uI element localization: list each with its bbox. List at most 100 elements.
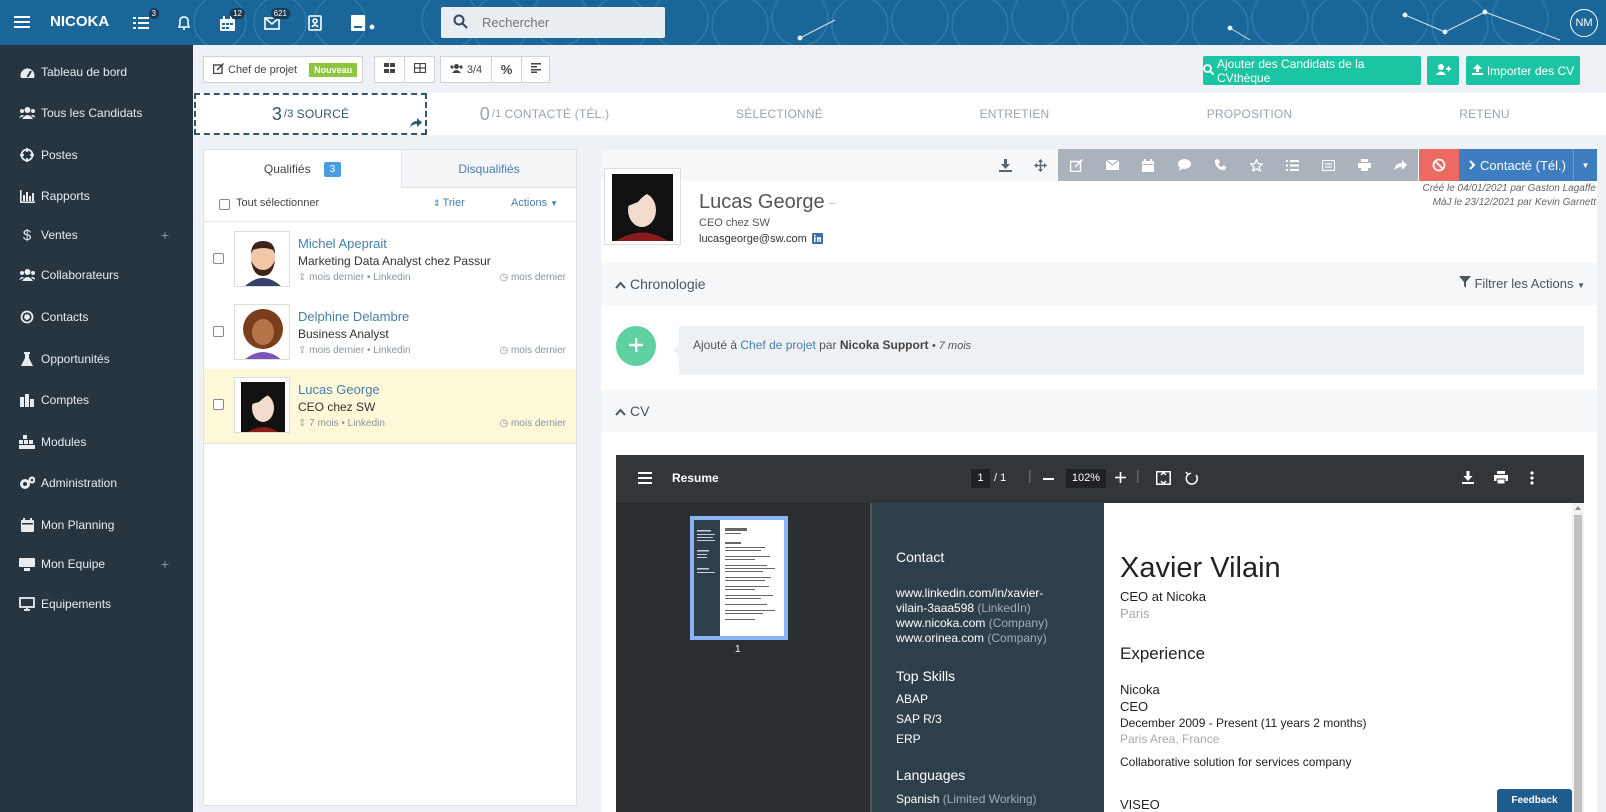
table-view-button[interactable] (404, 56, 435, 83)
user-avatar[interactable]: NM (1570, 9, 1598, 37)
sidebar-item-opportunites[interactable]: Opportunités (0, 344, 193, 374)
sort-icon: ⇕ (433, 198, 441, 208)
sidebar-item-modules[interactable]: Modules (0, 427, 193, 457)
download-icon[interactable] (987, 149, 1023, 181)
sidebar-item-administration[interactable]: Administration (0, 468, 193, 498)
print-icon[interactable] (1494, 471, 1508, 487)
stage-entretien[interactable]: ENTRETIEN (898, 93, 1131, 135)
feedback-button[interactable]: Feedback (1497, 789, 1572, 812)
caret-down-icon[interactable]: ▼ (1573, 149, 1597, 181)
phone-icon[interactable] (1202, 149, 1238, 181)
move-icon[interactable] (1022, 149, 1058, 181)
search-input[interactable] (482, 7, 657, 38)
event-job-link[interactable]: Chef de projet (740, 338, 815, 352)
candidate-email[interactable]: lucasgeorge@sw.com (699, 233, 807, 245)
candidate-checkbox[interactable] (213, 399, 224, 410)
form-icon[interactable] (1310, 149, 1346, 181)
scroll-up-icon[interactable] (1575, 506, 1581, 510)
tasks-icon[interactable]: 3 (132, 8, 159, 32)
zoom-out-icon[interactable] (1043, 478, 1054, 480)
sidebar-item-mon-equipe[interactable]: Mon Equipe + (0, 549, 193, 579)
resume-skill: ABAP (896, 692, 929, 706)
add-action-button[interactable] (616, 326, 656, 366)
stage-contacte[interactable]: 0 /1 CONTACTÉ (TÉL.) (428, 93, 661, 135)
candidate-name[interactable]: Lucas George (298, 382, 380, 397)
sidebar-item-comptes[interactable]: Comptes (0, 385, 193, 415)
chronology-header[interactable]: Chronologie Filtrer les Actions ▼ (601, 263, 1597, 305)
linkedin-icon[interactable] (812, 233, 823, 247)
candidate-row[interactable]: Delphine Delambre Business Analyst ⇪ moi… (204, 296, 576, 371)
add-from-cvtheque-button[interactable]: Ajouter des Candidats de la CVthèque (1203, 56, 1421, 85)
stage-retenu[interactable]: RETENU (1368, 93, 1601, 135)
sort-button[interactable]: ⇕ Trier (433, 197, 465, 209)
sidebar-item-postes[interactable]: Postes (0, 140, 193, 170)
tab-disqualified[interactable]: Disqualifiés (401, 150, 576, 188)
import-cv-button[interactable]: Importer des CV (1466, 56, 1580, 85)
candidate-checkbox[interactable] (213, 253, 224, 264)
percent-button[interactable]: % (491, 56, 522, 83)
search-box[interactable] (441, 7, 665, 38)
job-selector[interactable]: Chef de projet Nouveau (203, 56, 363, 83)
actions-dropdown[interactable]: Actions ▼ (511, 197, 558, 209)
sidebar-item-rapports[interactable]: Rapports (0, 181, 193, 211)
filter-actions-dropdown[interactable]: Filtrer les Actions ▼ (1458, 276, 1585, 291)
scroll-thumb[interactable] (1574, 515, 1582, 812)
sidebar-item-all-candidates[interactable]: Tous les Candidats (0, 98, 193, 128)
status-dropdown[interactable]: Contacté (Tél.) ▼ (1459, 149, 1597, 181)
disqualify-icon[interactable] (1419, 149, 1459, 181)
sidebar-item-mon-planning[interactable]: Mon Planning (0, 510, 193, 540)
checklist-icon[interactable] (1274, 149, 1310, 181)
download-icon[interactable] (1462, 471, 1474, 487)
sidebar-item-contacts[interactable]: Contacts (0, 302, 193, 332)
page-input[interactable]: 1 (971, 469, 990, 488)
add-candidate-button[interactable] (1427, 56, 1459, 85)
notes-icon[interactable] (349, 14, 367, 32)
comment-icon[interactable] (1166, 149, 1202, 181)
grid-view-button[interactable] (374, 56, 405, 83)
bell-icon[interactable] (175, 14, 193, 32)
pdf-scrollbar[interactable] (1572, 503, 1584, 812)
print-icon[interactable] (1346, 149, 1382, 181)
mail-icon[interactable]: 621 (263, 8, 290, 32)
stage-source[interactable]: 3 /3 SOURCÉ (194, 93, 427, 135)
menu-icon[interactable] (638, 472, 652, 487)
candidates-count-button[interactable]: 3/4 (440, 56, 492, 83)
candidate-row[interactable]: Michel Apeprait Marketing Data Analyst c… (204, 223, 576, 298)
calendar-icon[interactable]: 12 (218, 8, 245, 32)
select-all-checkbox[interactable] (219, 199, 230, 210)
sidebar-item-collaborateurs[interactable]: Collaborateurs (0, 260, 193, 290)
page-thumbnail[interactable] (690, 516, 788, 640)
zoom-level[interactable]: 102% (1066, 469, 1106, 488)
star-icon[interactable] (1238, 149, 1274, 181)
contacts-book-icon[interactable] (306, 14, 324, 32)
sidebar-item-ventes[interactable]: $ Ventes + (0, 220, 193, 250)
email-icon[interactable] (1094, 149, 1130, 181)
cv-header[interactable]: CV (601, 390, 1597, 432)
edit-icon[interactable] (1058, 149, 1094, 181)
tab-qualified[interactable]: Qualifiés 3 (204, 150, 401, 188)
stage-proposition[interactable]: PROPOSITION (1133, 93, 1366, 135)
candidate-row-selected[interactable]: Lucas George CEO chez SW ⇪ 7 mois • Link… (204, 369, 576, 444)
zoom-in-icon[interactable] (1115, 472, 1126, 486)
calendar-icon[interactable] (1130, 149, 1166, 181)
align-button[interactable] (521, 56, 550, 83)
sidebar-item-equipements[interactable]: Equipements (0, 589, 193, 619)
candidate-name[interactable]: Delphine Delambre (298, 309, 409, 324)
expand-icon[interactable]: + (161, 227, 169, 243)
expand-icon[interactable]: + (161, 556, 169, 572)
brand-logo[interactable]: NICOKA (50, 13, 109, 30)
resume-link[interactable]: www.orinea.com (896, 631, 984, 645)
rotate-icon[interactable] (1185, 471, 1199, 488)
share-icon[interactable] (410, 117, 422, 131)
resume-link[interactable]: vilain-3aaa598 (896, 601, 974, 615)
more-vert-icon[interactable] (1530, 471, 1534, 488)
fit-page-icon[interactable] (1155, 470, 1171, 488)
stage-selectionne[interactable]: SÉLECTIONNÉ (663, 93, 896, 135)
candidate-name[interactable]: Michel Apeprait (298, 236, 387, 251)
sidebar-item-dashboard[interactable]: Tableau de bord (0, 57, 193, 87)
resume-link[interactable]: www.nicoka.com (896, 616, 985, 630)
menu-icon[interactable] (12, 12, 32, 32)
share-icon[interactable] (1382, 149, 1418, 181)
candidate-checkbox[interactable] (213, 326, 224, 337)
resume-link[interactable]: www.linkedin.com/in/xavier- (896, 586, 1043, 600)
